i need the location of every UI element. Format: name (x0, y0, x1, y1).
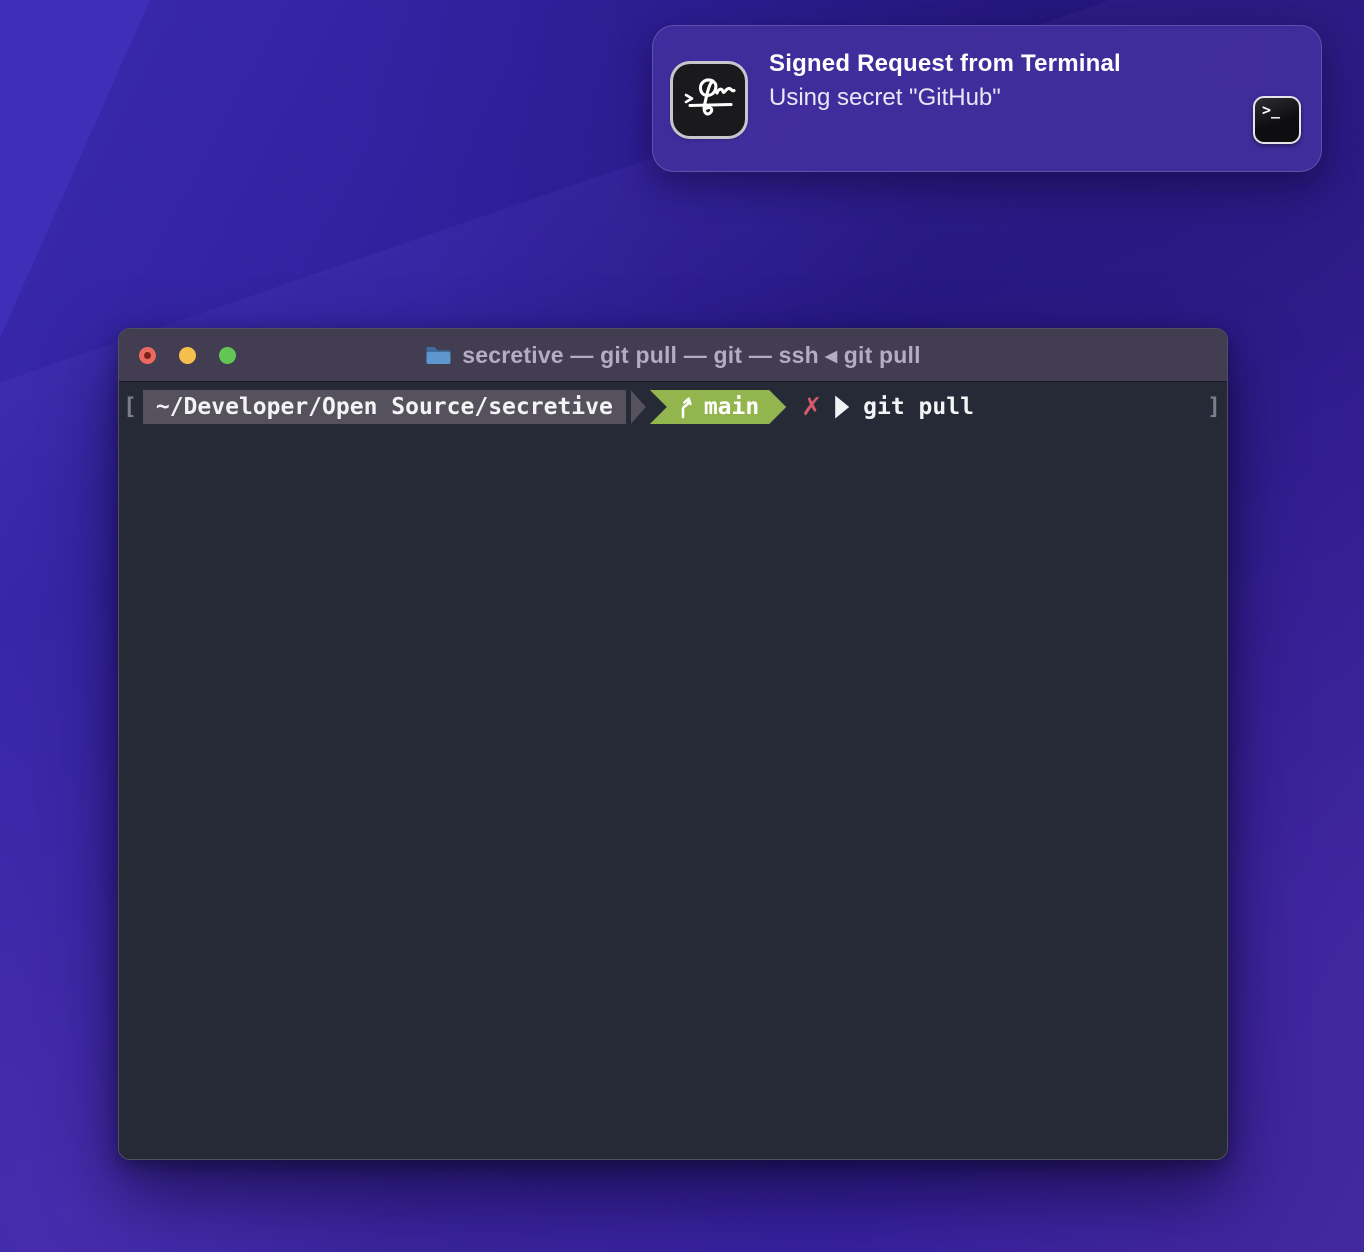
command-text: git pull (863, 394, 974, 420)
folder-icon (425, 344, 452, 366)
notification-banner[interactable]: Signed Request from Terminal Using secre… (652, 25, 1322, 172)
left-bracket: [ (123, 394, 137, 420)
right-bracket: ] (1207, 390, 1221, 424)
git-branch-icon (677, 395, 695, 419)
terminal-glyph: >_ (1262, 101, 1280, 119)
minimize-button[interactable] (179, 347, 196, 364)
prompt-line: [ ~/Developer/Open Source/secretive main… (119, 390, 1227, 424)
traffic-lights (139, 347, 236, 364)
powerline-arrow-icon (631, 390, 646, 424)
window-titlebar[interactable]: secretive — git pull — git — ssh ◂ git p… (119, 329, 1227, 382)
zoom-button[interactable] (219, 347, 236, 364)
terminal-content[interactable]: [ ~/Developer/Open Source/secretive main… (119, 382, 1227, 1160)
secretive-app-icon (673, 64, 745, 136)
terminal-app-icon: >_ (1253, 96, 1301, 144)
terminal-window: secretive — git pull — git — ssh ◂ git p… (118, 328, 1228, 1160)
signature-icon (673, 64, 745, 136)
notification-subtitle: Using secret "GitHub" (769, 84, 1001, 112)
notification-title: Signed Request from Terminal (769, 50, 1121, 78)
prompt-path-segment: ~/Developer/Open Source/secretive (143, 390, 626, 424)
prompt-branch-segment: main (650, 390, 786, 424)
prompt-caret-icon (835, 396, 849, 419)
window-title: secretive — git pull — git — ssh ◂ git p… (462, 342, 920, 369)
close-button[interactable] (139, 347, 156, 364)
status-mark: ✗ (801, 390, 822, 424)
branch-name: main (704, 394, 759, 420)
